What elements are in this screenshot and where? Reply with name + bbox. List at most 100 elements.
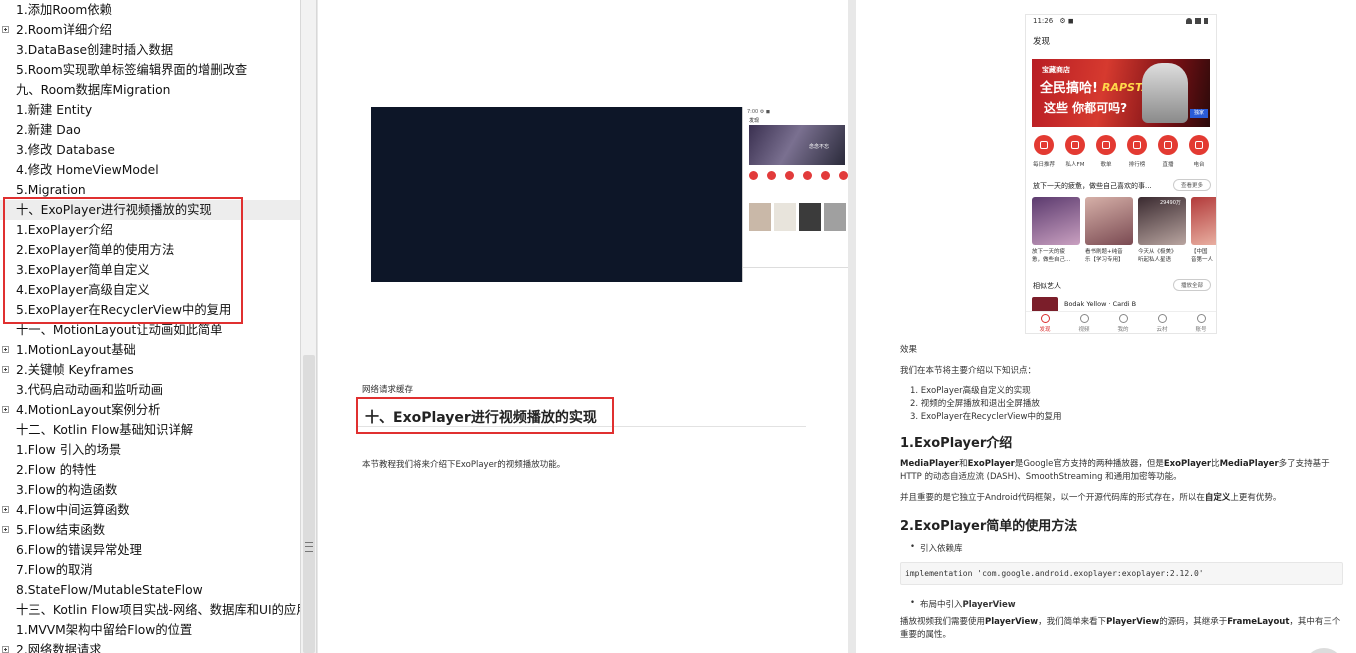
toc-item[interactable]: 6.Flow的错误异常处理 bbox=[0, 540, 300, 560]
tab-label: 云村 bbox=[1156, 327, 1168, 333]
phone-shortcut: 直播 bbox=[1153, 135, 1183, 175]
toc-item[interactable]: 3.DataBase创建时插入数据 bbox=[0, 40, 300, 60]
code-block[interactable]: implementation 'com.google.android.exopl… bbox=[900, 562, 1343, 585]
shortcut-label: 排行榜 bbox=[1128, 162, 1146, 168]
toc-item[interactable]: 8.StateFlow/MutableStateFlow bbox=[0, 580, 300, 600]
toc-item[interactable]: 3.修改 Database bbox=[0, 140, 300, 160]
playlist-cover: 29490万 bbox=[1138, 197, 1186, 245]
sidebar-splitter[interactable] bbox=[300, 0, 317, 653]
toc-item[interactable]: 5.Flow结束函数 bbox=[0, 520, 300, 540]
tab-icon bbox=[1157, 314, 1167, 323]
tab-icon bbox=[1040, 314, 1050, 323]
toc-item[interactable]: 2.ExoPlayer简单的使用方法 bbox=[0, 240, 300, 260]
p1-mediaplayer-2: MediaPlayer bbox=[1219, 459, 1279, 469]
toc-item-label: 1.MVVM架构中留给Flow的位置 bbox=[16, 623, 193, 637]
expand-plus-icon[interactable] bbox=[2, 526, 9, 533]
toc-item[interactable]: 1.添加Room依赖 bbox=[0, 0, 300, 20]
splitter-grip-icon[interactable] bbox=[305, 542, 313, 552]
phone-tab: 发现 bbox=[1030, 314, 1060, 333]
right-intro: 我们在本节将主要介绍以下知识点： bbox=[900, 366, 1037, 376]
phone-shortcut: 私人FM bbox=[1060, 135, 1090, 175]
toc-item-label: 4.Flow中间运算函数 bbox=[16, 503, 130, 517]
toc-item[interactable]: 2.关键帧 Keyframes bbox=[0, 360, 300, 380]
mini-dot-icon bbox=[803, 171, 812, 180]
toc-item-label: 4.修改 HomeViewModel bbox=[16, 163, 159, 177]
toc-item[interactable]: 1.MotionLayout基础 bbox=[0, 340, 300, 360]
toc-item[interactable]: 4.修改 HomeViewModel bbox=[0, 160, 300, 180]
phone-tab: 我的 bbox=[1108, 314, 1138, 333]
toc-item[interactable]: 5.ExoPlayer在RecyclerView中的复用 bbox=[0, 300, 300, 320]
toc-item[interactable]: 十、ExoPlayer进行视频播放的实现 bbox=[0, 200, 300, 220]
toc-item[interactable]: 十三、Kotlin Flow项目实战-网络、数据库和UI的应用 bbox=[0, 600, 300, 620]
phone-status-icons bbox=[1186, 18, 1212, 24]
toc-item[interactable]: 十一、MotionLayout让动画如此简单 bbox=[0, 320, 300, 340]
toc-item[interactable]: 4.Flow中间运算函数 bbox=[0, 500, 300, 520]
playlist-card: 看书刷题+纯音 乐【学习专用】 bbox=[1085, 197, 1133, 264]
toc-item-label: 十一、MotionLayout让动画如此简单 bbox=[16, 323, 223, 337]
toc-item-label: 1.ExoPlayer介绍 bbox=[16, 223, 113, 237]
code-text: implementation 'com.google.android.exopl… bbox=[905, 569, 1204, 578]
toc-item[interactable]: 1.MVVM架构中留给Flow的位置 bbox=[0, 620, 300, 640]
playlist-caption: 看书刷题+纯音 bbox=[1085, 249, 1123, 255]
expand-plus-icon[interactable] bbox=[2, 506, 9, 513]
sidebar-scroll-thumb[interactable] bbox=[303, 355, 315, 653]
p3-d: PlayerView bbox=[1106, 617, 1160, 627]
toc-item-label: 6.Flow的错误异常处理 bbox=[16, 543, 142, 557]
expand-plus-icon[interactable] bbox=[2, 366, 9, 373]
toc-item[interactable]: 3.代码启动动画和监听动画 bbox=[0, 380, 300, 400]
playlist-cover bbox=[1191, 197, 1216, 245]
expand-plus-icon[interactable] bbox=[2, 26, 9, 33]
section-heading-highlight: 十、ExoPlayer进行视频播放的实现 bbox=[356, 397, 614, 434]
expand-plus-icon[interactable] bbox=[2, 406, 9, 413]
status-icons: ⚙ ◼ bbox=[1059, 17, 1074, 25]
point-1: 1. ExoPlayer高级自定义的实现 bbox=[910, 386, 1031, 396]
playlist-cover bbox=[1085, 197, 1133, 245]
video-player-preview[interactable]: 7:00 ⚙ ◼ 发现 念念不忘 bbox=[371, 107, 848, 282]
toc-item[interactable]: 7.Flow的取消 bbox=[0, 560, 300, 580]
section-intro: 本节教程我们将来介绍下ExoPlayer的视频播放功能。 bbox=[362, 460, 566, 470]
toc-item[interactable]: 3.ExoPlayer简单自定义 bbox=[0, 260, 300, 280]
floating-action-button[interactable] bbox=[1304, 648, 1344, 653]
shortcut-circle-icon bbox=[1065, 135, 1085, 155]
toc-item[interactable]: 2.网络数据请求 bbox=[0, 640, 300, 653]
banner-line4: 这些 你都可吗? bbox=[1044, 101, 1128, 115]
toc-item[interactable]: 1.ExoPlayer介绍 bbox=[0, 220, 300, 240]
toc-item[interactable]: 5.Room实现歌单标签编辑界面的增删改查 bbox=[0, 60, 300, 80]
mini-phone-screenshot: 7:00 ⚙ ◼ 发现 念念不忘 bbox=[742, 107, 848, 282]
phone-shortcut-icons: 每日推荐 私人FM 歌单 排行榜 直播 电台 bbox=[1026, 135, 1216, 175]
expand-plus-icon[interactable] bbox=[2, 346, 9, 353]
battery-icon bbox=[1204, 18, 1208, 24]
playlist-caption: 乐【学习专用】 bbox=[1085, 257, 1124, 263]
toc-item-label: 4.MotionLayout案例分析 bbox=[16, 403, 161, 417]
toc-item[interactable]: 3.Flow的构造函数 bbox=[0, 480, 300, 500]
toc-item[interactable]: 1.新建 Entity bbox=[0, 100, 300, 120]
toc-item[interactable]: 九、Room数据库Migration bbox=[0, 80, 300, 100]
tab-icon bbox=[1118, 314, 1128, 323]
expand-plus-icon[interactable] bbox=[2, 646, 9, 653]
playlist-caption: 今天从《极美》 bbox=[1138, 249, 1177, 255]
toc-item[interactable]: 2.Room详细介绍 bbox=[0, 20, 300, 40]
toc-item[interactable]: 4.ExoPlayer高级自定义 bbox=[0, 280, 300, 300]
toc-item[interactable]: 2.新建 Dao bbox=[0, 120, 300, 140]
playlist-caption: 放下一天的疲 bbox=[1032, 249, 1066, 255]
toc-item[interactable]: 1.Flow 引入的场景 bbox=[0, 440, 300, 460]
toc-item-label: 3.ExoPlayer简单自定义 bbox=[16, 263, 150, 277]
toc-item-label: 十、ExoPlayer进行视频播放的实现 bbox=[16, 203, 212, 217]
section-heading: 十、ExoPlayer进行视频播放的实现 bbox=[365, 410, 597, 426]
toc-item[interactable]: 2.Flow 的特性 bbox=[0, 460, 300, 480]
p3-f: FrameLayout bbox=[1227, 617, 1290, 627]
phone-section1-title: 放下一天的疲惫，做些自己喜欢的事... bbox=[1033, 182, 1152, 190]
p1-mediaplayer: MediaPlayer bbox=[900, 459, 960, 469]
toc-item[interactable]: 十二、Kotlin Flow基础知识详解 bbox=[0, 420, 300, 440]
toc-item[interactable]: 5.Migration bbox=[0, 180, 300, 200]
mini-title: 发现 bbox=[749, 118, 760, 124]
toc-item-label: 5.Room实现歌单标签编辑界面的增删改查 bbox=[16, 63, 248, 77]
tab-icon bbox=[1079, 314, 1089, 323]
p1-exoplayer-2: ExoPlayer bbox=[1163, 459, 1212, 469]
mini-banner-text: 念念不忘 bbox=[809, 144, 830, 150]
toc-item-label: 7.Flow的取消 bbox=[16, 563, 93, 577]
toc-item[interactable]: 4.MotionLayout案例分析 bbox=[0, 400, 300, 420]
phone-tab-bar: 发现 视频 我的 云村 账号 bbox=[1026, 311, 1216, 333]
tab-label: 发现 bbox=[1039, 327, 1051, 333]
shortcut-label: 电台 bbox=[1193, 162, 1205, 168]
